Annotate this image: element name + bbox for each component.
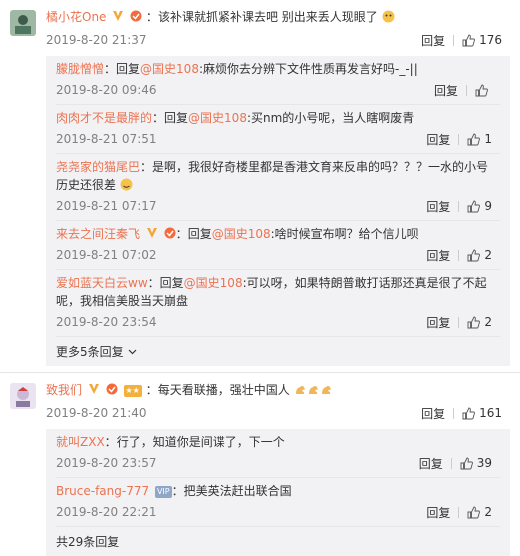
reply-text: 行了，知道你是间谍了，下一个: [116, 435, 285, 449]
comment: 橘小花One ：该补课就抓紧补课去吧 别出来丢人现眼了 2019-8-20 21…: [0, 0, 520, 366]
reply-time: 2019-8-20 23:54: [56, 315, 157, 329]
reply-time: 2019-8-20 23:57: [56, 456, 157, 470]
reply-time: 2019-8-20 22:21: [56, 505, 157, 519]
like-count: 2: [484, 315, 492, 329]
reply-button[interactable]: 回复: [418, 504, 458, 521]
reply-item: Bruce-fang-777 VIP ：把美英法赶出联合国 2019-8-20 2…: [56, 478, 500, 527]
reply-list: 就叫ZXX：行了，知道你是间谍了，下一个 2019-8-20 23:57 回复 …: [46, 429, 510, 556]
reply-button[interactable]: 回复: [418, 198, 458, 215]
thumbs-up-icon: [475, 84, 488, 96]
reply-button[interactable]: 回复: [418, 247, 458, 264]
thumbs-up-icon: [467, 200, 481, 212]
mention-link[interactable]: @国史108: [212, 227, 271, 241]
mention-link[interactable]: @国史108: [188, 111, 247, 125]
comment-time: 2019-8-20 21:40: [46, 406, 147, 420]
comment: 致我们 ★★ ：每天看联播，强壮中国人 2019-8-20 21:40 回复 1…: [0, 373, 520, 556]
more-replies-link[interactable]: 共29条回复: [56, 527, 500, 556]
chevron-down-icon: [128, 349, 137, 355]
reply-time: 2019-8-21 07:02: [56, 248, 157, 262]
avatar[interactable]: [10, 383, 36, 409]
reply-item: 就叫ZXX：行了，知道你是间谍了，下一个 2019-8-20 23:57 回复 …: [56, 429, 500, 478]
reply-button[interactable]: 回复: [413, 405, 453, 422]
comment-user[interactable]: 致我们: [46, 383, 82, 397]
reply-button[interactable]: 回复: [426, 82, 466, 99]
avatar[interactable]: [10, 10, 36, 36]
reply-item: 肉肉才不是最胖的：回复@国史108:买nm的小号呢，当人瞎啊废青 2019-8-…: [56, 105, 500, 154]
comment-text: 每天看联播，强壮中国人: [157, 383, 290, 397]
level-badge-icon: ★★: [123, 385, 142, 397]
reply-button[interactable]: 回复: [411, 455, 451, 472]
like-button[interactable]: 176: [454, 33, 510, 47]
emoji-icon: [382, 10, 395, 23]
thumbs-up-icon: [467, 133, 481, 145]
reply-item: 尧尧家的猫尾巴：是啊，我很好奇楼里都是香港文育来反串的吗？？？一水的小号历史还很…: [56, 154, 500, 221]
reply-item: 爱如蓝天白云ww：回复@国史108:可以呀，如果特朗普敢打话那还真是很了不起呢，…: [56, 270, 500, 337]
reply-user[interactable]: 就叫ZXX: [56, 435, 105, 449]
thumbs-up-icon: [460, 457, 473, 469]
mention-link[interactable]: @国史108: [184, 276, 243, 290]
thumbs-up-icon: [462, 34, 475, 46]
strong-arm-emoji-icon: [294, 383, 307, 396]
reply-user[interactable]: 肉肉才不是最胖的: [56, 111, 152, 125]
like-count: 161: [479, 406, 502, 420]
reply-time: 2019-8-21 07:51: [56, 132, 157, 146]
like-button[interactable]: 2: [459, 248, 500, 262]
reply-button[interactable]: 回复: [418, 131, 458, 148]
like-button[interactable]: 161: [454, 406, 510, 420]
reply-user[interactable]: 爱如蓝天白云ww: [56, 276, 148, 290]
reply-item: 来去之间汪秦飞 ：回复@国史108:啥时候宣布啊？给个信儿呗 2019-8-21…: [56, 221, 500, 270]
reply-button[interactable]: 回复: [413, 32, 453, 49]
reply-time: 2019-8-21 07:17: [56, 199, 157, 213]
like-count: 2: [484, 248, 492, 262]
vip-icon: [88, 382, 100, 394]
reply-text: :麻烦你去分辨下文件性质再发言好吗-_-||: [198, 62, 418, 76]
comment-time: 2019-8-20 21:37: [46, 33, 147, 47]
reply-button[interactable]: 回复: [418, 314, 458, 331]
comment-text: 该补课就抓紧补课去吧 别出来丢人现眼了: [157, 10, 378, 24]
vip-icon: [112, 9, 124, 21]
reply-list: 朦胧憎憎：回复@国史108:麻烦你去分辨下文件性质再发言好吗-_-|| 2019…: [46, 56, 510, 366]
reply-text: 把美英法赶出联合国: [183, 484, 292, 498]
member-icon: [130, 9, 142, 22]
more-replies-link[interactable]: 更多5条回复: [56, 337, 500, 366]
like-count: 2: [484, 505, 492, 519]
member-icon: [106, 382, 118, 395]
level-badge-icon: VIP: [154, 486, 172, 498]
reply-text: :啥时候宣布啊？给个信儿呗: [270, 227, 419, 241]
reply-user[interactable]: Bruce-fang-777: [56, 484, 149, 498]
emoji-icon: [120, 178, 133, 191]
thumbs-up-icon: [462, 407, 475, 419]
like-count: 176: [479, 33, 502, 47]
reply-user[interactable]: 来去之间汪秦飞: [56, 227, 140, 241]
like-button[interactable]: 2: [459, 505, 500, 519]
like-button[interactable]: 1: [459, 132, 500, 146]
like-button[interactable]: 9: [459, 199, 500, 213]
thumbs-up-icon: [467, 316, 481, 328]
like-button[interactable]: 2: [459, 315, 500, 329]
like-button[interactable]: 39: [452, 456, 500, 470]
reply-user[interactable]: 朦胧憎憎: [56, 62, 104, 76]
reply-item: 朦胧憎憎：回复@国史108:麻烦你去分辨下文件性质再发言好吗-_-|| 2019…: [56, 56, 500, 105]
mention-link[interactable]: @国史108: [140, 62, 199, 76]
strong-arm-emoji-icon: [320, 383, 333, 396]
vip-icon: [146, 226, 158, 238]
like-count: 9: [484, 199, 492, 213]
reply-user[interactable]: 尧尧家的猫尾巴: [56, 160, 140, 174]
like-count: 39: [476, 456, 492, 470]
strong-arm-emoji-icon: [307, 383, 320, 396]
thumbs-up-icon: [467, 506, 481, 518]
reply-time: 2019-8-20 09:46: [56, 83, 157, 97]
reply-text: :买nm的小号呢，当人瞎啊废青: [246, 111, 415, 125]
thumbs-up-icon: [467, 249, 481, 261]
member-icon: [164, 226, 176, 239]
comment-user[interactable]: 橘小花One: [46, 10, 106, 24]
like-button[interactable]: [467, 84, 500, 97]
like-count: 1: [484, 132, 492, 146]
